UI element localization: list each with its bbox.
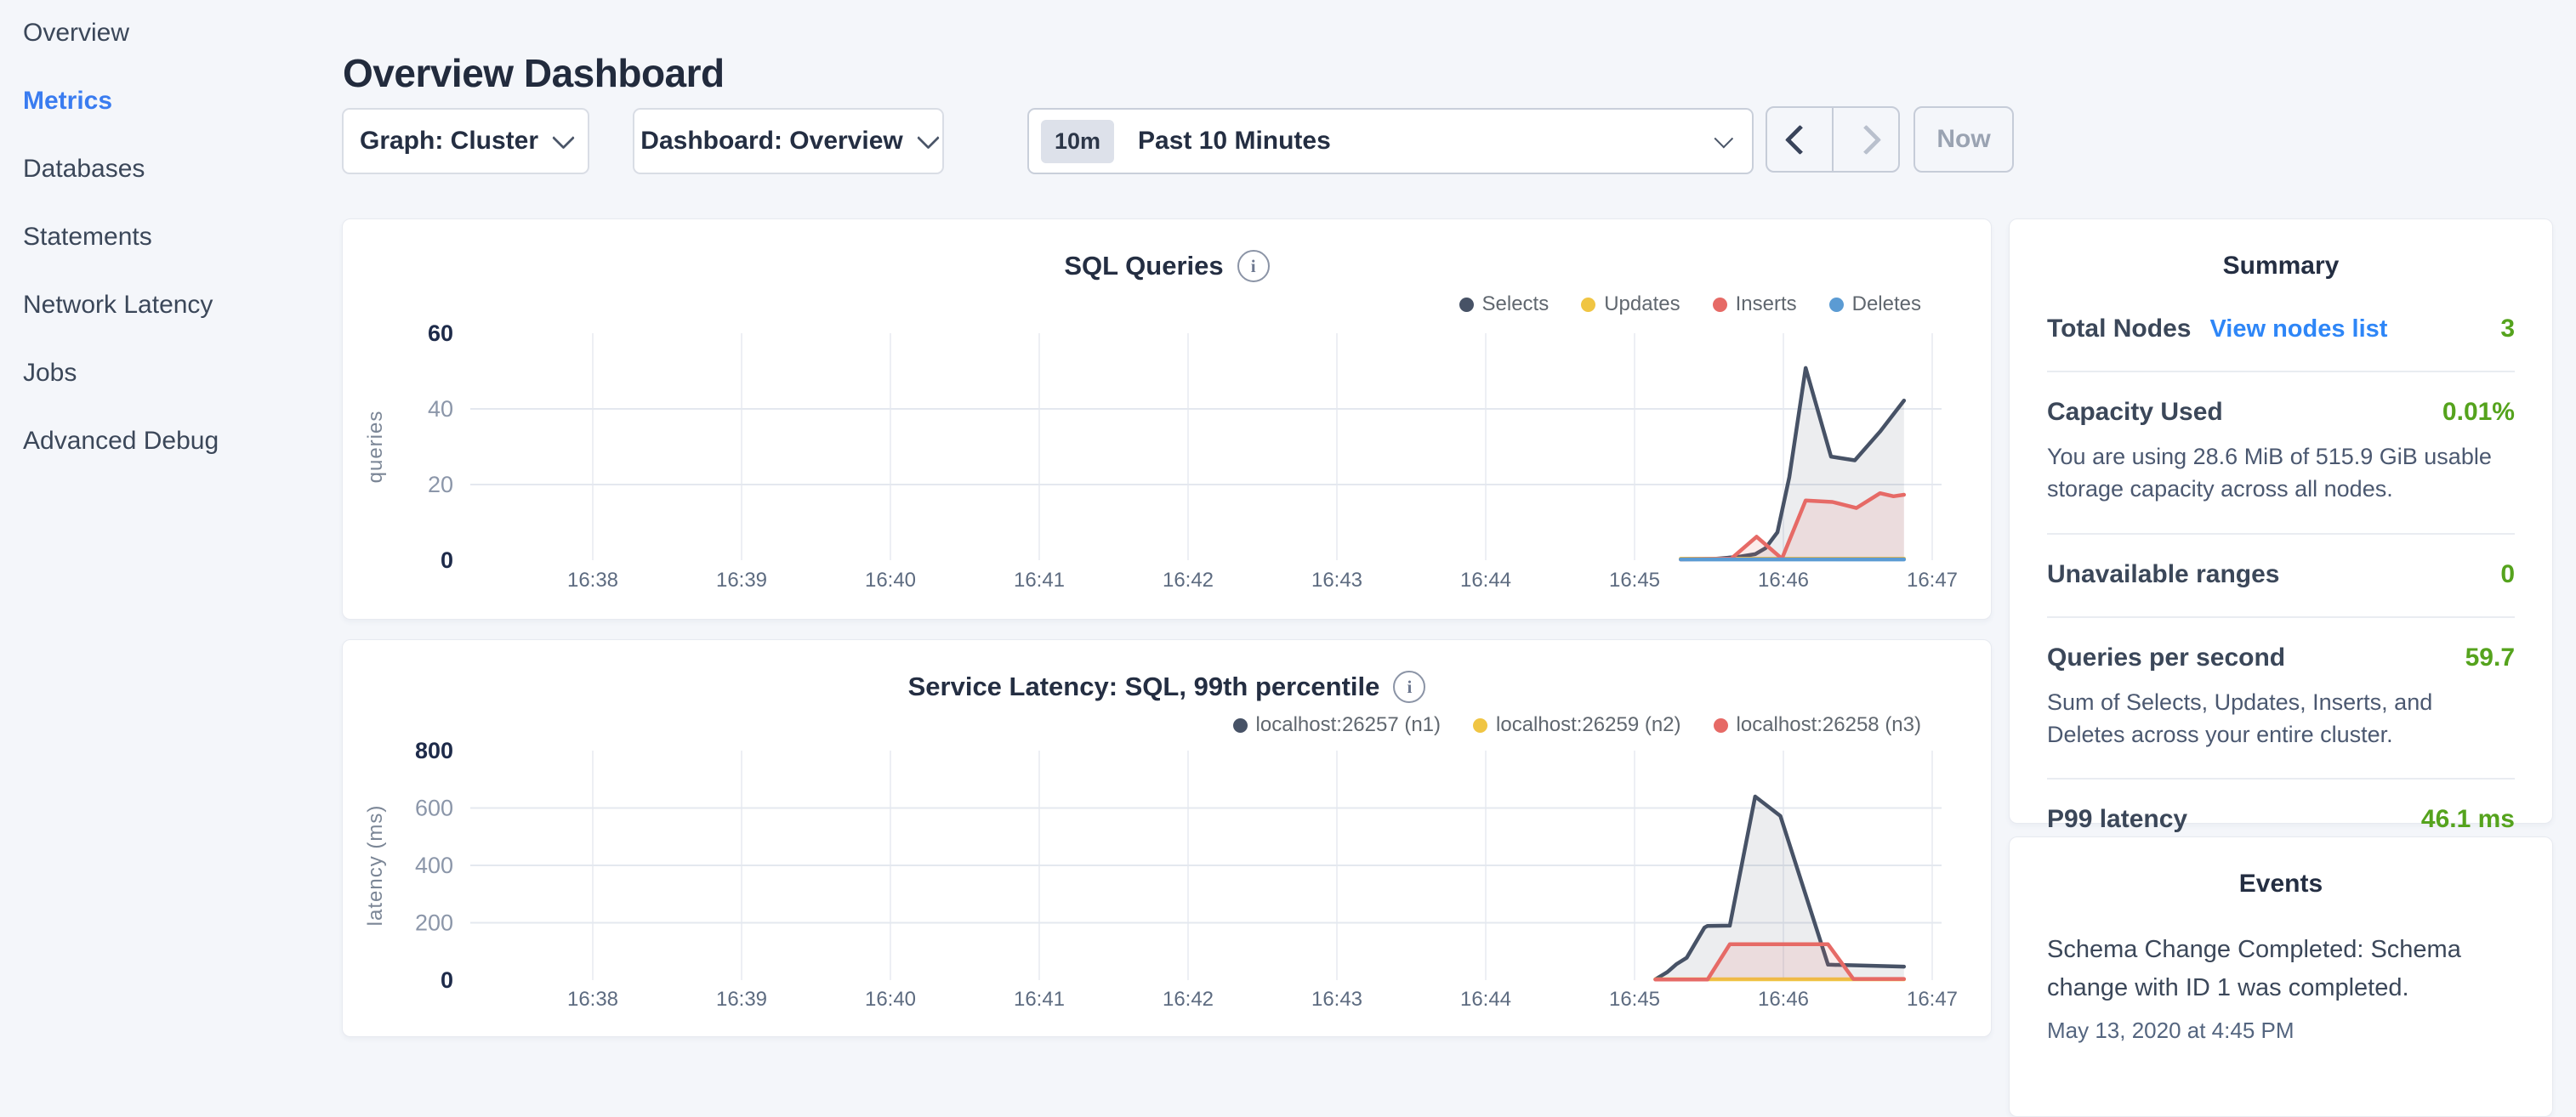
summary-row-queries-per-second: Queries per second 59.7 Sum of Selects, … [2047, 618, 2515, 780]
sql-queries-plot[interactable]: 0 20 40 60 16:38 16:39 16:40 16:41 16:42 16:43 16:… [343, 219, 1993, 621]
svg-text:16:44: 16:44 [1460, 988, 1511, 1011]
svg-text:60: 60 [428, 320, 453, 346]
dashboard-dropdown-label: Dashboard: Overview [640, 127, 902, 156]
now-button[interactable]: Now [1914, 106, 2014, 173]
chevron-right-icon [1851, 124, 1880, 154]
time-range-label: Past 10 Minutes [1138, 127, 1331, 156]
sql-queries-chart-card: SQL Queries i Selects Updates Inserts De… [342, 218, 1992, 620]
summary-row-total-nodes: Total Nodes View nodes list 3 [2047, 289, 2515, 372]
sidebar-item-network-latency[interactable]: Network Latency [23, 289, 342, 321]
svg-text:16:45: 16:45 [1609, 988, 1660, 1011]
queries-per-second-value: 59.7 [2465, 644, 2515, 672]
svg-text:16:38: 16:38 [567, 988, 618, 1011]
summary-row-capacity-used: Capacity Used 0.01% You are using 28.6 M… [2047, 372, 2515, 535]
sidebar: Overview Metrics Databases Statements Ne… [0, 0, 342, 493]
summary-panel: Summary Total Nodes View nodes list 3 Ca… [2009, 218, 2553, 824]
svg-text:16:46: 16:46 [1758, 569, 1809, 592]
sidebar-item-overview[interactable]: Overview [23, 17, 342, 49]
svg-text:16:41: 16:41 [1014, 569, 1065, 592]
events-panel: Events Schema Change Completed: Schema c… [2009, 836, 2553, 1117]
svg-text:queries: queries [364, 411, 387, 484]
svg-text:16:42: 16:42 [1163, 988, 1214, 1011]
svg-text:16:40: 16:40 [865, 569, 916, 592]
svg-text:16:39: 16:39 [716, 569, 767, 592]
svg-text:16:40: 16:40 [865, 988, 916, 1011]
sidebar-item-metrics[interactable]: Metrics [23, 85, 342, 117]
unavailable-ranges-value: 0 [2500, 560, 2515, 589]
dashboard-dropdown[interactable]: Dashboard: Overview [633, 108, 944, 174]
svg-text:16:43: 16:43 [1311, 569, 1362, 592]
svg-text:16:47: 16:47 [1907, 569, 1958, 592]
svg-text:16:39: 16:39 [716, 988, 767, 1011]
chevron-down-icon [552, 126, 575, 149]
time-step-back-button[interactable] [1767, 108, 1834, 171]
time-range-dropdown[interactable]: 10m Past 10 Minutes [1027, 108, 1754, 174]
time-step-buttons [1766, 106, 1900, 173]
p99-latency-value: 46.1 ms [2421, 805, 2515, 834]
graph-scope-dropdown-label: Graph: Cluster [360, 127, 538, 156]
summary-title: Summary [2010, 252, 2552, 281]
service-latency-plot[interactable]: 0 200 400 600 800 16:38 16:39 16:40 16:41 16:42 16… [343, 640, 1993, 1038]
sidebar-item-advanced-debug[interactable]: Advanced Debug [23, 425, 342, 457]
svg-text:16:45: 16:45 [1609, 569, 1660, 592]
svg-text:400: 400 [415, 853, 453, 878]
svg-text:16:46: 16:46 [1758, 988, 1809, 1011]
total-nodes-value: 3 [2500, 315, 2515, 343]
event-text: Schema Change Completed: Schema change w… [2047, 931, 2515, 1007]
capacity-used-value: 0.01% [2442, 398, 2515, 427]
sidebar-item-jobs[interactable]: Jobs [23, 357, 342, 389]
capacity-used-description: You are using 28.6 MiB of 515.9 GiB usab… [2047, 440, 2515, 506]
svg-text:16:44: 16:44 [1460, 569, 1511, 592]
events-title: Events [2010, 870, 2552, 899]
svg-text:0: 0 [441, 547, 453, 573]
page-title: Overview Dashboard [343, 50, 725, 96]
svg-text:200: 200 [415, 910, 453, 936]
svg-text:20: 20 [428, 472, 453, 497]
svg-text:40: 40 [428, 396, 453, 422]
svg-text:16:41: 16:41 [1014, 988, 1065, 1011]
sidebar-item-databases[interactable]: Databases [23, 153, 342, 185]
svg-text:16:42: 16:42 [1163, 569, 1214, 592]
svg-text:16:38: 16:38 [567, 569, 618, 592]
time-range-badge: 10m [1041, 120, 1114, 163]
svg-text:0: 0 [441, 967, 453, 993]
view-nodes-list-link[interactable]: View nodes list [2209, 315, 2387, 343]
graph-scope-dropdown[interactable]: Graph: Cluster [342, 108, 589, 174]
chevron-down-icon [917, 126, 940, 149]
queries-per-second-description: Sum of Selects, Updates, Inserts, and De… [2047, 686, 2515, 751]
overview-dashboard-page: { "app": { "background": "#f4f6fa", "acc… [0, 0, 2576, 1051]
service-latency-chart-card: Service Latency: SQL, 99th percentile i … [342, 639, 1992, 1037]
chevron-left-icon [1784, 124, 1814, 154]
svg-text:800: 800 [415, 738, 453, 763]
svg-text:600: 600 [415, 796, 453, 821]
time-step-forward-button[interactable] [1834, 108, 1898, 171]
event-timestamp: May 13, 2020 at 4:45 PM [2047, 1018, 2515, 1044]
chevron-down-icon [1714, 129, 1734, 149]
sidebar-item-statements[interactable]: Statements [23, 221, 342, 253]
svg-text:latency (ms): latency (ms) [364, 805, 387, 927]
svg-text:16:47: 16:47 [1907, 988, 1958, 1011]
summary-row-unavailable-ranges: Unavailable ranges 0 [2047, 535, 2515, 618]
event-list-item[interactable]: Schema Change Completed: Schema change w… [2010, 907, 2552, 1044]
svg-text:16:43: 16:43 [1311, 988, 1362, 1011]
